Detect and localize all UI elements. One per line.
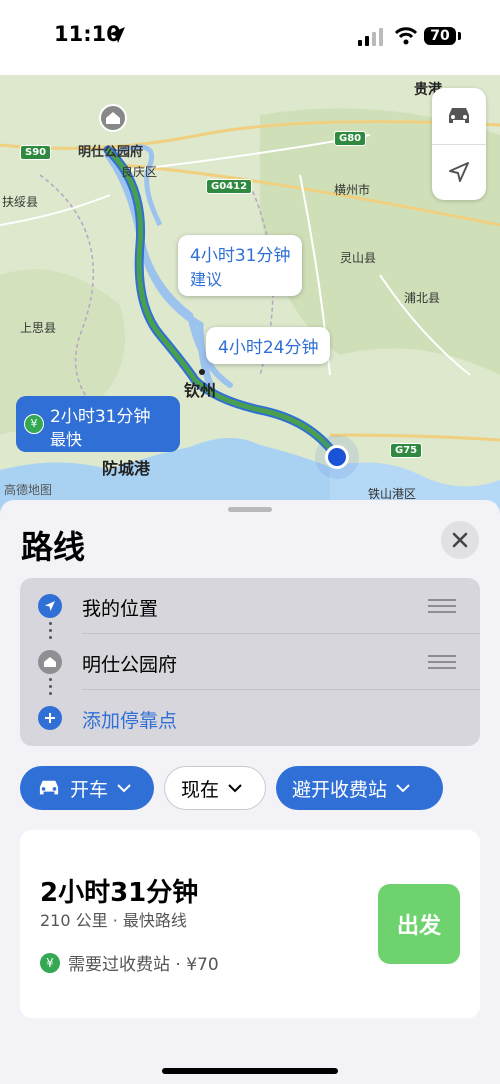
destination-house-icon[interactable] xyxy=(98,103,128,133)
road-shield-s90: S90 xyxy=(20,145,52,160)
map-label-lingshan: 灵山县 xyxy=(340,251,377,265)
battery-indicator: 70 xyxy=(424,27,456,45)
chevron-down-icon xyxy=(228,784,242,793)
route-callout-fastest[interactable]: ¥ 2小时31分钟 最快 xyxy=(16,396,180,452)
location-services-icon xyxy=(109,27,125,43)
toll-text: 需要过收费站 · ¥70 xyxy=(68,955,219,975)
wifi-icon xyxy=(394,27,418,45)
callout-suggested-time: 4小时31分钟 xyxy=(190,246,291,266)
route-duration: 2小时31分钟 xyxy=(40,878,199,908)
callout-fastest-time: 2小时31分钟 xyxy=(50,407,151,427)
avoid-tolls-label: 避开收费站 xyxy=(292,778,388,801)
battery-nub xyxy=(458,32,461,40)
map-label-qinzhou: 钦州 xyxy=(184,381,217,400)
departure-time-label: 现在 xyxy=(181,778,220,801)
waypoint-list: 我的位置 明仕公园府 添加停靠点 xyxy=(20,578,480,746)
map-label-shangsi: 上思县 xyxy=(20,321,57,335)
map-controls xyxy=(432,88,486,200)
route-callout-suggested[interactable]: 4小时31分钟 建议 xyxy=(178,235,303,296)
avoid-tolls-chip[interactable]: 避开收费站 xyxy=(276,766,443,810)
departure-time-chip[interactable]: 现在 xyxy=(164,766,266,810)
toll-info: ¥ 需要过收费站 · ¥70 xyxy=(40,950,219,975)
locate-me-button[interactable] xyxy=(432,144,486,200)
chevron-down-icon xyxy=(117,784,131,793)
sheet-grabber[interactable] xyxy=(228,507,272,512)
road-shield-g0412: G0412 xyxy=(206,179,253,194)
status-bar: 11:10 70 xyxy=(0,0,500,75)
map-label-destination[interactable]: 明仕公园府 xyxy=(78,141,143,160)
location-arrow-icon xyxy=(449,162,469,182)
close-button[interactable] xyxy=(441,521,479,559)
drag-handle-icon[interactable] xyxy=(428,655,456,669)
yen-icon: ¥ xyxy=(24,414,44,434)
callout-alternate-time: 4小时24分钟 xyxy=(218,338,319,358)
sheet-title: 路线 xyxy=(21,528,86,566)
home-indicator xyxy=(162,1068,338,1074)
car-icon xyxy=(449,108,469,123)
waypoint-origin[interactable]: 我的位置 xyxy=(20,578,480,634)
location-arrow-icon xyxy=(38,594,62,618)
callout-fastest-label: 最快 xyxy=(50,430,83,449)
drag-handle-icon[interactable] xyxy=(428,599,456,613)
route-details: 210 公里 · 最快路线 xyxy=(40,911,187,930)
car-icon xyxy=(39,780,59,795)
map-label-hengzhou: 横州市 xyxy=(334,183,371,197)
route-option-card[interactable]: 2小时31分钟 210 公里 · 最快路线 ¥ 需要过收费站 · ¥70 出发 xyxy=(20,830,480,1018)
map-provider-logo: 高德地图 xyxy=(4,483,53,497)
road-shield-g75: G75 xyxy=(390,443,423,458)
road-shield-g80: G80 xyxy=(334,131,367,146)
transport-mode-button[interactable] xyxy=(432,88,486,144)
route-callout-alternate[interactable]: 4小时24分钟 xyxy=(206,327,331,364)
map-label-fangchenggang: 防城港 xyxy=(102,459,151,478)
waypoint-origin-label: 我的位置 xyxy=(82,598,159,620)
map-label-liangqing: 良庆区 xyxy=(121,165,158,179)
callout-suggested-label: 建议 xyxy=(190,270,223,289)
go-button[interactable]: 出发 xyxy=(378,884,460,964)
waypoint-destination-label: 明仕公园府 xyxy=(82,654,178,676)
yen-icon: ¥ xyxy=(40,952,60,973)
cellular-signal-icon xyxy=(358,28,383,46)
map-label-pubei: 浦北县 xyxy=(404,291,441,305)
waypoint-destination[interactable]: 明仕公园府 xyxy=(20,634,480,690)
plus-icon xyxy=(38,706,62,730)
directions-sheet: 路线 我的位置 明仕公园府 添加停靠点 开车 现在 避开收费站 2小时31分钟 … xyxy=(0,500,500,1084)
transport-mode-chip[interactable]: 开车 xyxy=(20,766,154,810)
chevron-down-icon xyxy=(396,784,410,793)
close-icon xyxy=(452,532,468,548)
house-icon xyxy=(38,650,62,674)
add-stop-button[interactable]: 添加停靠点 xyxy=(20,690,480,746)
transport-mode-label: 开车 xyxy=(70,778,109,801)
map-label-fusui: 扶绥县 xyxy=(2,195,39,209)
add-stop-label: 添加停靠点 xyxy=(82,710,178,732)
